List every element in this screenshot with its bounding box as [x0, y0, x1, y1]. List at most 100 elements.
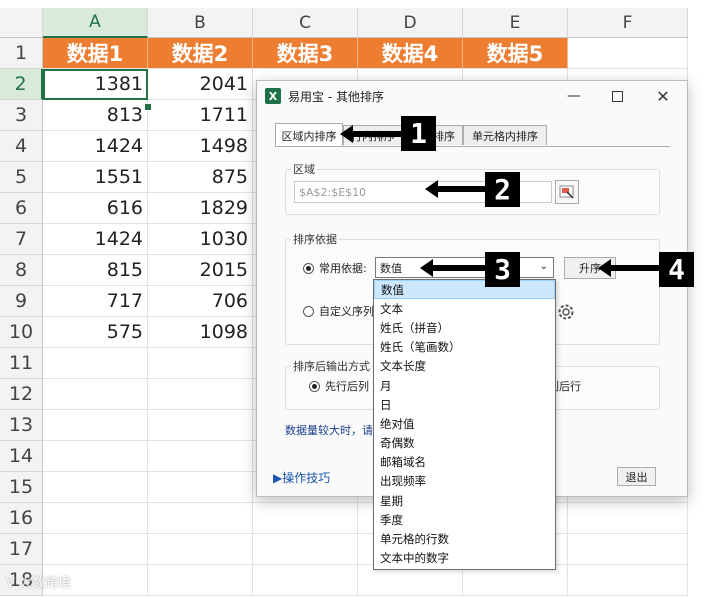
cell-a8[interactable]: 815 — [43, 255, 148, 286]
cell-b12[interactable] — [148, 379, 253, 410]
row-header-1[interactable]: 1 — [0, 38, 43, 69]
cell-e1[interactable]: 数据5 — [463, 38, 568, 69]
cell-a5[interactable]: 1551 — [43, 162, 148, 193]
row-header-13[interactable]: 13 — [0, 410, 43, 441]
row-header-15[interactable]: 15 — [0, 472, 43, 503]
select-all-corner[interactable] — [0, 8, 43, 38]
cell-b14[interactable] — [148, 441, 253, 472]
cell-c17[interactable] — [253, 534, 358, 565]
tab-range-sort[interactable]: 区域内排序 — [275, 123, 343, 147]
row-header-3[interactable]: 3 — [0, 100, 43, 131]
settings-gear-icon[interactable] — [553, 299, 579, 325]
cell-b9[interactable]: 706 — [148, 286, 253, 317]
cell-a14[interactable] — [43, 441, 148, 472]
row-header-7[interactable]: 7 — [0, 224, 43, 255]
cell-b10[interactable]: 1098 — [148, 317, 253, 348]
dropdown-option[interactable]: 姓氏（笔画数） — [374, 338, 555, 357]
cell-a9[interactable]: 717 — [43, 286, 148, 317]
cell-c16[interactable] — [253, 503, 358, 534]
cell-a10[interactable]: 575 — [43, 317, 148, 348]
dropdown-option[interactable]: 邮箱域名 — [374, 453, 555, 472]
maximize-icon[interactable] — [602, 85, 632, 107]
dialog-titlebar[interactable]: X 易用宝 - 其他排序 — ✕ — [257, 81, 687, 111]
cell-a4[interactable]: 1424 — [43, 131, 148, 162]
cell-d1[interactable]: 数据4 — [358, 38, 463, 69]
cell-f16[interactable] — [568, 503, 688, 534]
cell-a15[interactable] — [43, 472, 148, 503]
cell-b2[interactable]: 2041 — [148, 69, 253, 100]
tab-cell-sort[interactable]: 单元格内排序 — [463, 125, 547, 145]
cell-b6[interactable]: 1829 — [148, 193, 253, 224]
cell-a16[interactable] — [43, 503, 148, 534]
basis-select-value: 数值 — [380, 261, 402, 275]
dropdown-option[interactable]: 季度 — [374, 510, 555, 529]
cell-b13[interactable] — [148, 410, 253, 441]
cell-f18[interactable] — [568, 565, 688, 596]
cell-f1[interactable] — [568, 38, 688, 69]
row-header-17[interactable]: 17 — [0, 534, 43, 565]
cell-a17[interactable] — [43, 534, 148, 565]
tips-link[interactable]: ▶操作技巧 — [273, 469, 330, 486]
cell-a1[interactable]: 数据1 — [43, 38, 148, 69]
cell-b15[interactable] — [148, 472, 253, 503]
dropdown-option[interactable]: 奇偶数 — [374, 434, 555, 453]
close-icon[interactable]: ✕ — [648, 85, 678, 107]
dropdown-option[interactable]: 出现频率 — [374, 472, 555, 491]
exit-button[interactable]: 退出 — [617, 467, 656, 486]
row-header-4[interactable]: 4 — [0, 131, 43, 162]
cell-a2[interactable]: 1381 — [43, 69, 148, 100]
row-header-5[interactable]: 5 — [0, 162, 43, 193]
row-header-11[interactable]: 11 — [0, 348, 43, 379]
column-header-c[interactable]: C — [253, 8, 358, 38]
row-header-14[interactable]: 14 — [0, 441, 43, 472]
minimize-icon[interactable]: — — [559, 85, 589, 107]
cell-f17[interactable] — [568, 534, 688, 565]
fill-handle[interactable] — [144, 103, 152, 111]
dropdown-option[interactable]: 文本长度 — [374, 357, 555, 376]
row-header-9[interactable]: 9 — [0, 286, 43, 317]
cell-b8[interactable]: 2015 — [148, 255, 253, 286]
dropdown-option[interactable]: 文本 — [374, 299, 555, 318]
cell-a11[interactable] — [43, 348, 148, 379]
dropdown-option[interactable]: 数值 — [374, 280, 555, 300]
dropdown-option[interactable]: 日 — [374, 395, 555, 414]
cell-b3[interactable]: 1711 — [148, 100, 253, 131]
column-header-b[interactable]: B — [148, 8, 253, 38]
output-row-first-radio[interactable] — [309, 381, 320, 392]
cell-b7[interactable]: 1030 — [148, 224, 253, 255]
dropdown-option[interactable]: 星期 — [374, 491, 555, 510]
cell-a13[interactable] — [43, 410, 148, 441]
cell-a12[interactable] — [43, 379, 148, 410]
cell-a7[interactable]: 1424 — [43, 224, 148, 255]
range-picker-button[interactable] — [555, 180, 579, 204]
column-header-e[interactable]: E — [463, 8, 568, 38]
dropdown-option[interactable]: 单元格的行数 — [374, 529, 555, 548]
cell-b16[interactable] — [148, 503, 253, 534]
row-header-12[interactable]: 12 — [0, 379, 43, 410]
row-header-6[interactable]: 6 — [0, 193, 43, 224]
cell-b4[interactable]: 1498 — [148, 131, 253, 162]
custom-order-label: 自定义序列 — [319, 305, 374, 318]
cell-a3[interactable]: 813 — [43, 100, 148, 131]
dropdown-option[interactable]: 绝对值 — [374, 414, 555, 433]
row-header-16[interactable]: 16 — [0, 503, 43, 534]
cell-c1[interactable]: 数据3 — [253, 38, 358, 69]
column-header-f[interactable]: F — [568, 8, 688, 38]
cell-b17[interactable] — [148, 534, 253, 565]
column-header-d[interactable]: D — [358, 8, 463, 38]
row-header-10[interactable]: 10 — [0, 317, 43, 348]
custom-order-radio[interactable] — [303, 306, 314, 317]
cell-b5[interactable]: 875 — [148, 162, 253, 193]
common-basis-radio[interactable] — [303, 263, 314, 274]
cell-b1[interactable]: 数据2 — [148, 38, 253, 69]
cell-a6[interactable]: 616 — [43, 193, 148, 224]
dropdown-option[interactable]: 姓氏（拼音） — [374, 318, 555, 337]
dropdown-option[interactable]: 月 — [374, 376, 555, 395]
dropdown-option[interactable]: 文本中的数字 — [374, 549, 555, 568]
cell-b18[interactable] — [148, 565, 253, 596]
row-header-2[interactable]: 2 — [0, 69, 43, 100]
cell-b11[interactable] — [148, 348, 253, 379]
cell-c18[interactable] — [253, 565, 358, 596]
row-header-8[interactable]: 8 — [0, 255, 43, 286]
column-header-a[interactable]: A — [43, 8, 148, 38]
